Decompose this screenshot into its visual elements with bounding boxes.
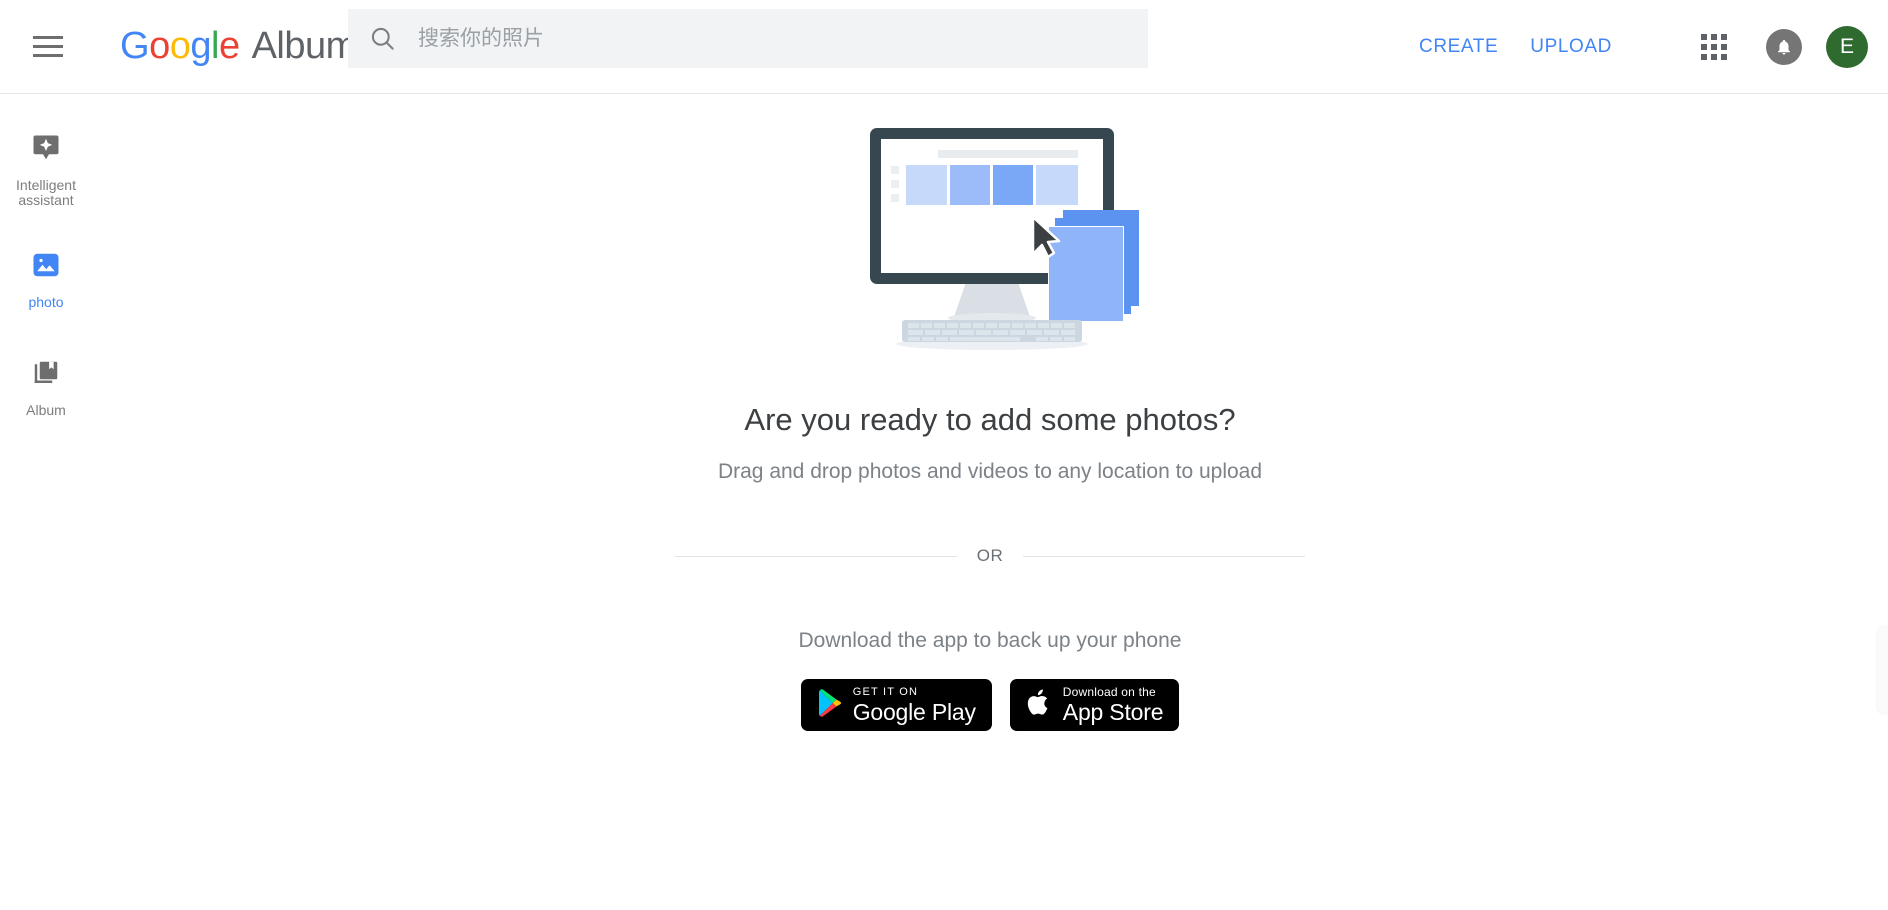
- or-divider: OR: [675, 546, 1305, 566]
- badge-small-label: Download on the: [1062, 685, 1156, 699]
- sidebar-item-intelligent-assistant[interactable]: Intelligent assistant: [0, 115, 92, 214]
- album-book-icon: [31, 358, 61, 393]
- bell-icon[interactable]: [1766, 29, 1802, 65]
- apps-grid-icon[interactable]: [1690, 23, 1738, 71]
- sidebar-item-photo[interactable]: photo: [0, 232, 92, 316]
- header-actions: CREATE UPLOAD E: [1403, 0, 1868, 94]
- app-header: Google Album CREATE UPLOAD E: [0, 0, 1888, 94]
- search-input[interactable]: [416, 18, 1116, 59]
- sidebar: Intelligent assistant photo Album: [0, 95, 92, 910]
- hamburger-bar: [33, 54, 63, 57]
- search-icon: [348, 25, 416, 52]
- sidebar-item-label: Album: [26, 402, 66, 418]
- download-app-text: Download the app to back up your phone: [798, 629, 1182, 652]
- app-store-badges: GET IT ON Google Play Download on the Ap…: [800, 679, 1180, 731]
- hamburger-bar: [33, 36, 63, 39]
- sidebar-item-album[interactable]: Album: [0, 340, 92, 424]
- google-play-icon: [817, 688, 842, 722]
- page-subtitle: Drag and drop photos and videos to any l…: [717, 460, 1263, 483]
- page-title: Are you ready to add some photos?: [744, 402, 1236, 437]
- app-name-label: Album: [251, 25, 358, 67]
- create-button[interactable]: CREATE: [1403, 26, 1514, 68]
- app-store-badge[interactable]: Download on the App Store: [1009, 679, 1180, 731]
- badge-large-label: App Store: [1062, 699, 1164, 725]
- hamburger-bar: [33, 45, 63, 48]
- hamburger-menu-icon[interactable]: [24, 23, 72, 71]
- sidebar-item-label: Intelligent assistant: [16, 177, 76, 208]
- apple-icon: [1026, 687, 1052, 723]
- upload-button[interactable]: UPLOAD: [1514, 26, 1628, 68]
- divider-line-left: [675, 555, 957, 557]
- edge-panel-tab[interactable]: [1878, 627, 1888, 713]
- divider-line-right: [1023, 555, 1305, 557]
- or-label: OR: [976, 546, 1004, 565]
- badge-small-label: GET IT ON: [852, 685, 919, 698]
- avatar[interactable]: E: [1826, 26, 1868, 68]
- photo-icon: [31, 250, 61, 285]
- assistant-sparkle-icon: [31, 133, 61, 168]
- brand-logo[interactable]: Google Album: [120, 25, 357, 68]
- main-content: Are you ready to add some photos? Drag a…: [92, 95, 1888, 910]
- google-play-badge[interactable]: GET IT ON Google Play: [800, 679, 992, 731]
- monitor-drag-drop-photos-illustration: [840, 122, 1140, 362]
- google-wordmark: Google: [120, 25, 240, 67]
- search-bar[interactable]: [348, 9, 1148, 68]
- badge-large-label: Google Play: [852, 698, 976, 725]
- sidebar-item-label: photo: [28, 294, 64, 310]
